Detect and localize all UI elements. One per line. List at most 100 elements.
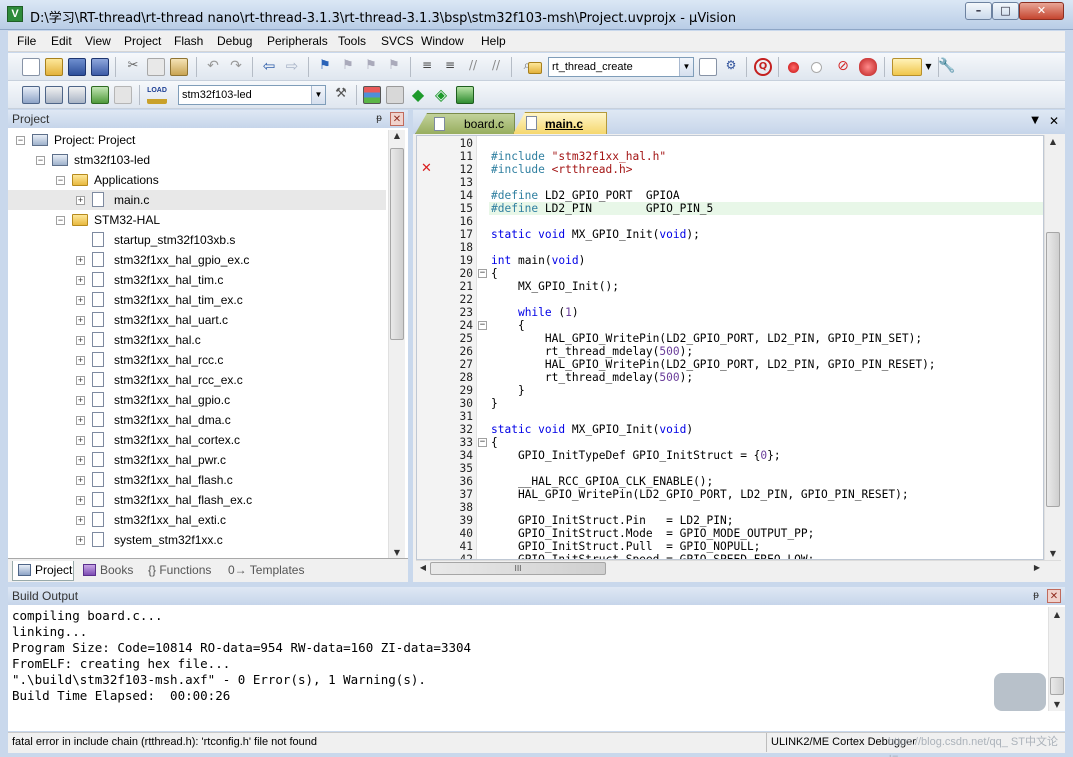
menu-tools[interactable]: Tools [338,34,366,48]
menu-window[interactable]: Window [421,34,464,48]
code-line[interactable]: 11 #include "stm32f1xx_hal.h" [417,150,1043,163]
expand-icon[interactable]: + [76,536,85,545]
navigate-forward-icon[interactable]: ⇨ [283,58,301,76]
code-line[interactable]: 24− { [417,319,1043,332]
code-line[interactable]: 22 [417,293,1043,306]
build-output-text[interactable]: compiling board.c... linking... Program Si… [8,608,1048,728]
code-line[interactable]: 15 #define LD2_PIN GPIO_PIN_5 [417,202,1043,215]
redo-icon[interactable]: ↷ [227,58,245,76]
menu-svcs[interactable]: SVCS [381,34,414,48]
scroll-right-icon[interactable]: ▶ [1032,563,1042,572]
fold-icon[interactable]: − [478,321,487,330]
menu-flash[interactable]: Flash [174,34,203,48]
code-line[interactable]: 17 static void MX_GPIO_Init(void); [417,228,1043,241]
code-line[interactable]: 14 #define LD2_GPIO_PORT GPIOA [417,189,1043,202]
code-line[interactable]: 34 GPIO_InitTypeDef GPIO_InitStruct = {0… [417,449,1043,462]
expand-icon[interactable]: + [76,276,85,285]
chevron-down-icon[interactable]: ▼ [311,86,325,104]
code-line[interactable]: 21 MX_GPIO_Init(); [417,280,1043,293]
indent-icon[interactable]: ≡ [418,58,436,76]
code-line[interactable]: 29 } [417,384,1043,397]
code-line[interactable]: 16 [417,215,1043,228]
code-line[interactable]: 32 static void MX_GPIO_Init(void) [417,423,1043,436]
expand-icon[interactable]: + [76,356,85,365]
pin-icon[interactable]: ᵽ [372,112,386,126]
insert-bookmark-icon[interactable]: ⚑ [316,58,334,76]
code-lines[interactable]: 10 11 #include "stm32f1xx_hal.h" ✕ 12 #includ… [417,137,1043,559]
stop-build-icon[interactable] [114,86,132,104]
tree-item-project-project[interactable]: − Project: Project [8,130,386,150]
select-packs-icon[interactable]: ◈ [432,86,450,104]
manage-components-icon[interactable] [363,86,381,104]
code-line[interactable]: 13 [417,176,1043,189]
code-line[interactable]: 38 [417,501,1043,514]
code-line[interactable]: 26 rt_thread_mdelay(500); [417,345,1043,358]
code-line[interactable]: 39 GPIO_InitStruct.Pin = LD2_PIN; [417,514,1043,527]
menu-debug[interactable]: Debug [217,34,252,48]
tree-item-stm32f1xx-hal-dma-c[interactable]: + stm32f1xx_hal_dma.c [8,410,386,430]
expand-icon[interactable]: + [76,256,85,265]
window-layout-icon[interactable] [892,58,922,76]
save-all-icon[interactable] [91,58,109,76]
scroll-down-icon[interactable]: ▼ [1049,700,1065,709]
code-line[interactable]: 41 GPIO_InitStruct.Pull = GPIO_NOPULL; [417,540,1043,553]
hscroll-thumb[interactable]: III [430,562,606,575]
code-line[interactable]: 20−{ [417,267,1043,280]
target-options-icon[interactable]: ⚒ [332,86,350,104]
tab-functions[interactable]: {} Functions [142,561,220,581]
configure-icon[interactable]: 🔧 [938,58,956,76]
project-tree[interactable]: − Project: Project − stm32f103-led − Applicat… [8,130,388,558]
expand-icon[interactable]: + [76,476,85,485]
expand-icon[interactable]: + [76,316,85,325]
tree-item-stm32-hal[interactable]: − STM32-HAL [8,210,386,230]
menu-project[interactable]: Project [124,34,161,48]
tree-item-applications[interactable]: − Applications [8,170,386,190]
tree-item-stm32f1xx-hal-cortex-c[interactable]: + stm32f1xx_hal_cortex.c [8,430,386,450]
uncomment-icon[interactable]: // [487,58,505,76]
pack-installer-icon[interactable] [456,86,474,104]
copy-icon[interactable] [147,58,165,76]
tree-item-stm32f1xx-hal-uart-c[interactable]: + stm32f1xx_hal_uart.c [8,310,386,330]
tab-project[interactable]: Project [12,561,74,581]
tree-item-startup-stm32f103xb-s[interactable]: startup_stm32f103xb.s [8,230,386,250]
minimize-button[interactable]: – [965,2,992,20]
code-line[interactable]: ✕ 12 #include <rtthread.h> [417,162,1043,176]
expand-icon[interactable]: + [76,296,85,305]
tree-item-stm32f1xx-hal-tim-ex-c[interactable]: + stm32f1xx_hal_tim_ex.c [8,290,386,310]
code-line[interactable]: 36 __HAL_RCC_GPIOA_CLK_ENABLE(); [417,475,1043,488]
expand-icon[interactable]: + [76,496,85,505]
expand-icon[interactable]: + [76,336,85,345]
scroll-down-icon[interactable]: ▼ [389,548,405,557]
build-output-scrollbar[interactable]: ▲ ▼ [1048,607,1065,711]
code-line[interactable]: 25 HAL_GPIO_WritePin(LD2_GPIO_PORT, LD2_… [417,332,1043,345]
tree-item-stm32f1xx-hal-rcc-c[interactable]: + stm32f1xx_hal_rcc.c [8,350,386,370]
comment-icon[interactable]: // [464,58,482,76]
code-line[interactable]: 10 [417,137,1043,150]
layout-dropdown-icon[interactable]: ▼ [924,58,933,76]
find-folder-icon[interactable] [528,62,542,74]
prev-bookmark-icon[interactable]: ⚑ [339,58,357,76]
expand-icon[interactable]: + [76,416,85,425]
code-line[interactable]: 23 while (1) [417,306,1043,319]
open-file-icon[interactable] [45,58,63,76]
tab-books[interactable]: Books [78,561,138,581]
clear-breakpoints-icon[interactable] [859,58,877,76]
collapse-icon[interactable]: − [36,156,45,165]
menu-help[interactable]: Help [481,34,506,48]
close-icon[interactable]: ✕ [390,112,404,126]
kill-breakpoints-icon[interactable]: ⊘ [834,58,852,76]
close-button[interactable]: ✕ [1019,2,1064,20]
tree-item-main-c[interactable]: + main.c [8,190,386,210]
expand-icon[interactable]: + [76,196,85,205]
scroll-left-icon[interactable]: ◀ [418,563,428,572]
tree-item-stm32f1xx-hal-gpio-c[interactable]: + stm32f1xx_hal_gpio.c [8,390,386,410]
target-combo[interactable]: stm32f103-led ▼ [178,85,326,105]
expand-icon[interactable]: + [76,376,85,385]
editor-vscrollbar[interactable]: ▲ ▼ [1044,135,1061,560]
download-icon[interactable]: LOAD [147,86,167,104]
batch-build-icon[interactable] [91,86,109,104]
scroll-up-icon[interactable]: ▲ [1045,137,1061,146]
scrollbar-thumb[interactable] [1050,677,1064,695]
menu-edit[interactable]: Edit [51,34,72,48]
tree-item-stm32f1xx-hal-gpio-ex-c[interactable]: + stm32f1xx_hal_gpio_ex.c [8,250,386,270]
